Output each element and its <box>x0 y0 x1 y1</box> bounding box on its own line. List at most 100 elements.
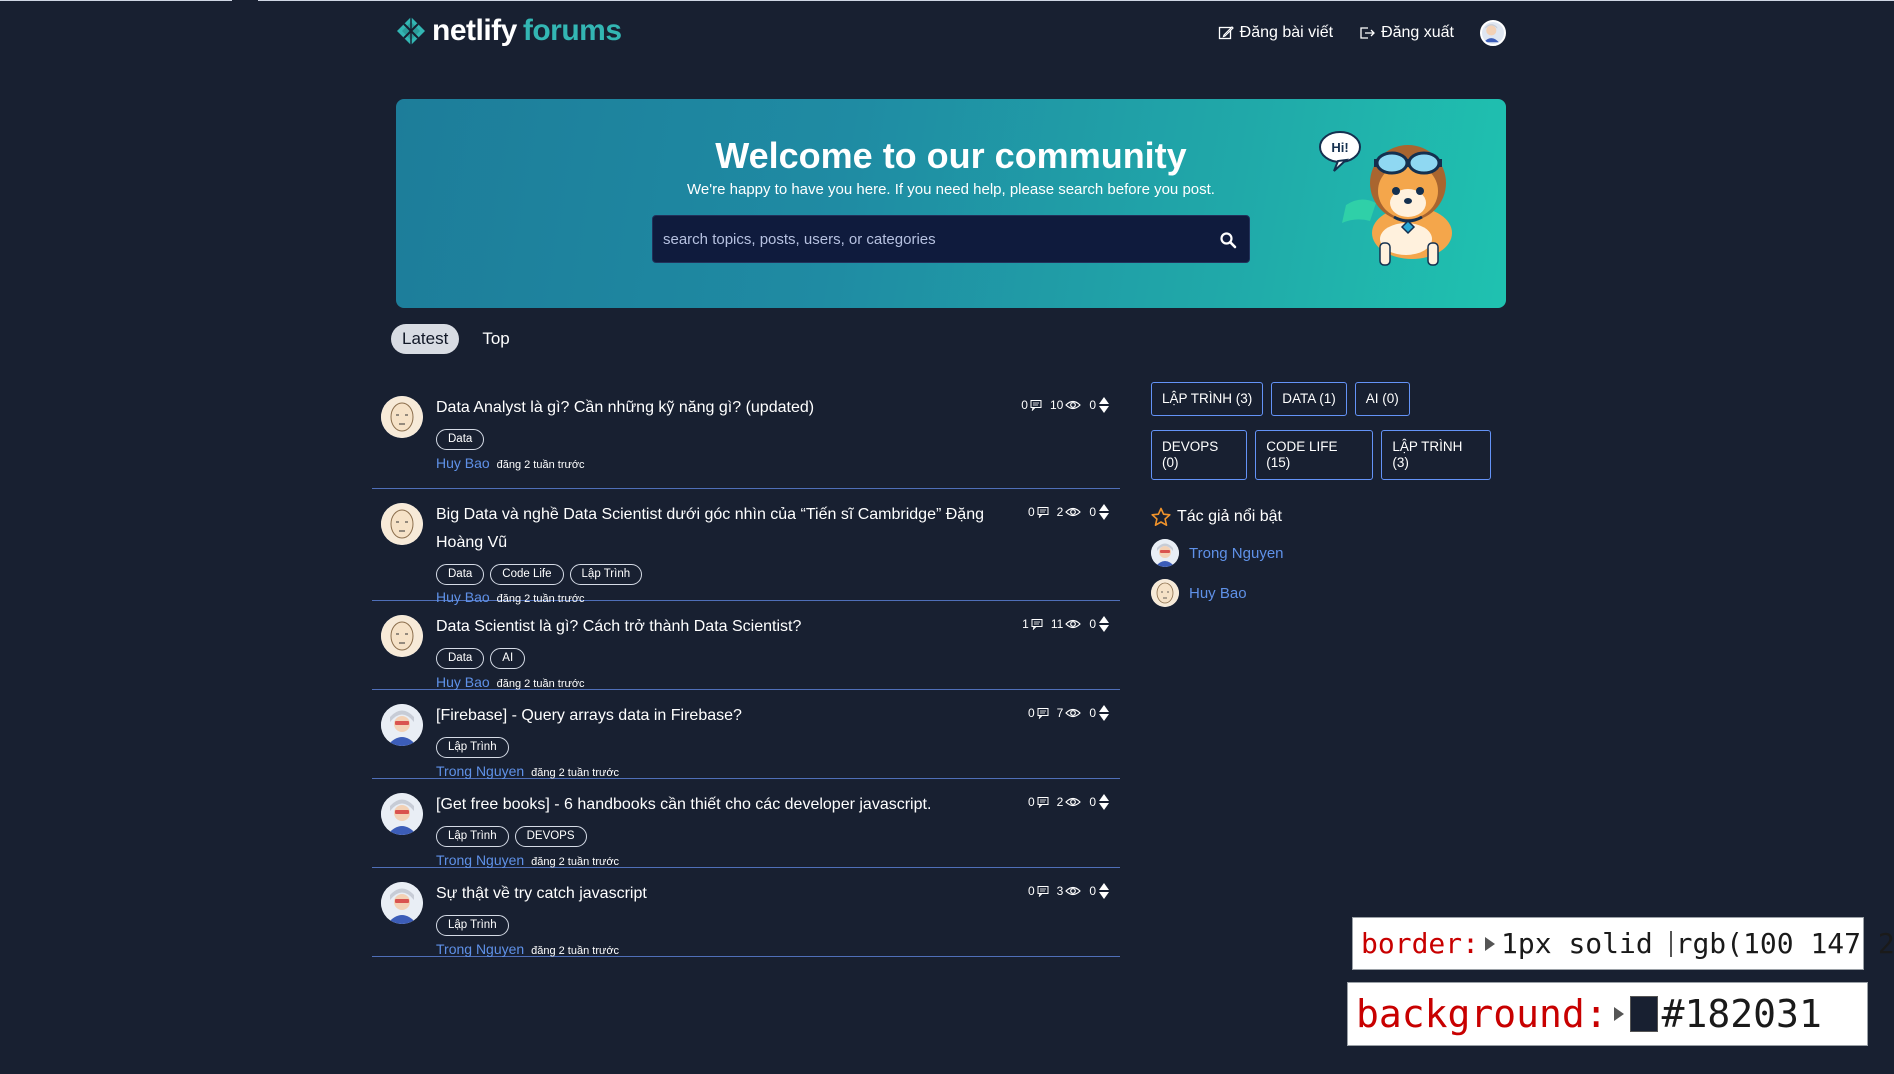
topic-title[interactable]: [Firebase] - Query arrays data in Fireba… <box>436 702 996 730</box>
featured-author-item[interactable]: Huy Bao <box>1151 579 1491 607</box>
topic-author[interactable]: Huy Bao <box>436 674 490 690</box>
reply-count-value: 0 <box>1027 795 1035 809</box>
vote-arrows-icon[interactable] <box>1098 793 1110 811</box>
new-post-button[interactable]: Đăng bài viết <box>1218 24 1333 42</box>
vote-count-value: 0 <box>1089 884 1096 898</box>
topic-row[interactable]: Sự thật về try catch javascript 0 3 0 Lậ… <box>372 868 1120 957</box>
view-count-value: 2 <box>1056 795 1064 809</box>
user-avatar-image <box>1483 24 1499 43</box>
topic-tags: Data Code Life Lập Trình <box>436 564 643 585</box>
tab-latest[interactable]: Latest <box>391 324 460 354</box>
vote-count: 0 <box>1089 793 1110 811</box>
css-property-background: background: <box>1356 992 1608 1036</box>
user-avatar[interactable] <box>1480 20 1506 46</box>
topic-row[interactable]: Data Scientist là gì? Cách trở thành Dat… <box>372 601 1120 690</box>
tab-top[interactable]: Top <box>471 324 520 354</box>
category-code-life[interactable]: CODE LIFE (15) <box>1255 430 1374 480</box>
author-avatar[interactable] <box>381 793 423 835</box>
reply-count-value: 0 <box>1027 884 1035 898</box>
expand-arrow-icon[interactable] <box>1613 1007 1624 1021</box>
topic-tag[interactable]: Lập Trình <box>436 915 509 936</box>
topic-row[interactable]: [Get free books] - 6 handbooks cần thiết… <box>372 779 1120 868</box>
view-count: 10 <box>1050 398 1082 412</box>
category-row: DEVOPS (0) CODE LIFE (15) LẬP TRÌNH (3) <box>1151 430 1491 480</box>
topic-tag[interactable]: Lập Trình <box>436 737 509 758</box>
vote-count: 0 <box>1089 704 1110 722</box>
eye-icon <box>1065 797 1082 807</box>
vote-arrows-icon[interactable] <box>1098 704 1110 722</box>
corgi-mascot-illustration: Hi! <box>1319 131 1452 266</box>
reply-count-value: 0 <box>1027 706 1035 720</box>
welcome-banner: Welcome to our community We're happy to … <box>396 99 1506 308</box>
topic-title[interactable]: Sự thật về try catch javascript <box>436 880 996 908</box>
topic-title[interactable]: Data Scientist là gì? Cách trở thành Dat… <box>436 613 996 641</box>
vote-arrows-icon[interactable] <box>1098 615 1110 633</box>
site-logo[interactable]: netlify forums <box>396 14 622 48</box>
category-lap-trinh-2[interactable]: LẬP TRÌNH (3) <box>1381 430 1491 480</box>
category-lap-trinh[interactable]: LẬP TRÌNH (3) <box>1151 382 1264 416</box>
topic-tag[interactable]: Data <box>436 648 485 669</box>
topic-tags: Data <box>436 429 485 450</box>
topic-tag[interactable]: Data <box>436 564 485 585</box>
reply-count: 0 <box>1028 706 1049 720</box>
author-avatar[interactable] <box>381 503 423 545</box>
topic-title[interactable]: Data Analyst là gì? Cần những kỹ năng gì… <box>436 394 996 422</box>
topic-tag[interactable]: AI <box>490 648 526 669</box>
topic-tag[interactable]: Lập Trình <box>569 564 643 585</box>
topic-tag[interactable]: Lập Trình <box>436 826 509 847</box>
expand-arrow-icon[interactable] <box>1485 936 1496 951</box>
reply-count-value: 0 <box>1021 398 1028 412</box>
topic-title[interactable]: [Get free books] - 6 handbooks cần thiết… <box>436 791 996 819</box>
view-count: 2 <box>1057 795 1082 809</box>
topic-tags: Lập Trình DEVOPS <box>436 826 587 847</box>
eye-icon <box>1065 886 1082 896</box>
vote-arrows-icon[interactable] <box>1098 882 1110 900</box>
featured-authors: Tác giả nổi bật Trong Nguyen Huy Bao <box>1151 507 1491 607</box>
eye-icon <box>1065 619 1082 629</box>
search-icon[interactable] <box>1219 231 1237 249</box>
featured-authors-title: Tác giả nổi bật <box>1177 508 1282 525</box>
edit-icon <box>1218 26 1234 40</box>
logout-button[interactable]: Đăng xuất <box>1359 24 1454 42</box>
vote-count: 0 <box>1089 396 1110 414</box>
topic-tag[interactable]: DEVOPS <box>514 826 587 847</box>
topic-row[interactable]: Big Data và nghề Data Scientist dưới góc… <box>372 489 1120 605</box>
vote-arrows-icon[interactable] <box>1098 396 1110 414</box>
category-data[interactable]: DATA (1) <box>1271 382 1347 416</box>
topic-author[interactable]: Trong Nguyen <box>436 852 524 868</box>
devtools-border-rule: border: 1px solid rgb(100 147 247); <box>1352 917 1894 970</box>
topic-meta: Huy Bao đăng 2 tuần trước <box>436 455 585 471</box>
category-row: LẬP TRÌNH (3) DATA (1) AI (0) <box>1151 382 1491 416</box>
category-devops[interactable]: DEVOPS (0) <box>1151 430 1248 480</box>
topic-author[interactable]: Trong Nguyen <box>436 763 524 779</box>
topic-author[interactable]: Trong Nguyen <box>436 941 524 957</box>
topic-meta: Huy Bao đăng 2 tuần trước <box>436 674 585 690</box>
topic-tag[interactable]: Data <box>436 429 485 450</box>
topic-time: đăng 2 tuần trước <box>496 678 585 690</box>
topic-meta: Trong Nguyen đăng 2 tuần trước <box>436 941 619 957</box>
search-input[interactable] <box>653 216 1193 262</box>
vote-arrows-icon[interactable] <box>1098 503 1110 521</box>
color-swatch[interactable] <box>1669 930 1672 957</box>
topic-time: đăng 2 tuần trước <box>496 459 585 471</box>
color-swatch[interactable] <box>1629 996 1658 1032</box>
topic-author[interactable]: Huy Bao <box>436 455 490 471</box>
comment-icon <box>1031 619 1043 630</box>
author-avatar[interactable] <box>381 396 423 438</box>
logo-word-netlify: netlify <box>432 14 517 47</box>
author-avatar[interactable] <box>381 615 423 657</box>
topic-stats: 0 2 0 <box>1028 793 1110 811</box>
author-name[interactable]: Trong Nguyen <box>1189 545 1284 562</box>
topic-title[interactable]: Big Data và nghề Data Scientist dưới góc… <box>436 501 996 557</box>
topic-row[interactable]: [Firebase] - Query arrays data in Fireba… <box>372 690 1120 779</box>
featured-author-item[interactable]: Trong Nguyen <box>1151 539 1491 567</box>
css-property-border: border: <box>1361 927 1480 960</box>
author-avatar[interactable] <box>381 704 423 746</box>
css-value-border: 1px solid <box>1501 927 1653 960</box>
author-name[interactable]: Huy Bao <box>1189 585 1247 602</box>
header-actions: Đăng bài viết Đăng xuất <box>1218 20 1506 46</box>
author-avatar[interactable] <box>381 882 423 924</box>
topic-row[interactable]: Data Analyst là gì? Cần những kỹ năng gì… <box>372 382 1120 489</box>
topic-tag[interactable]: Code Life <box>490 564 564 585</box>
category-ai[interactable]: AI (0) <box>1354 382 1410 416</box>
